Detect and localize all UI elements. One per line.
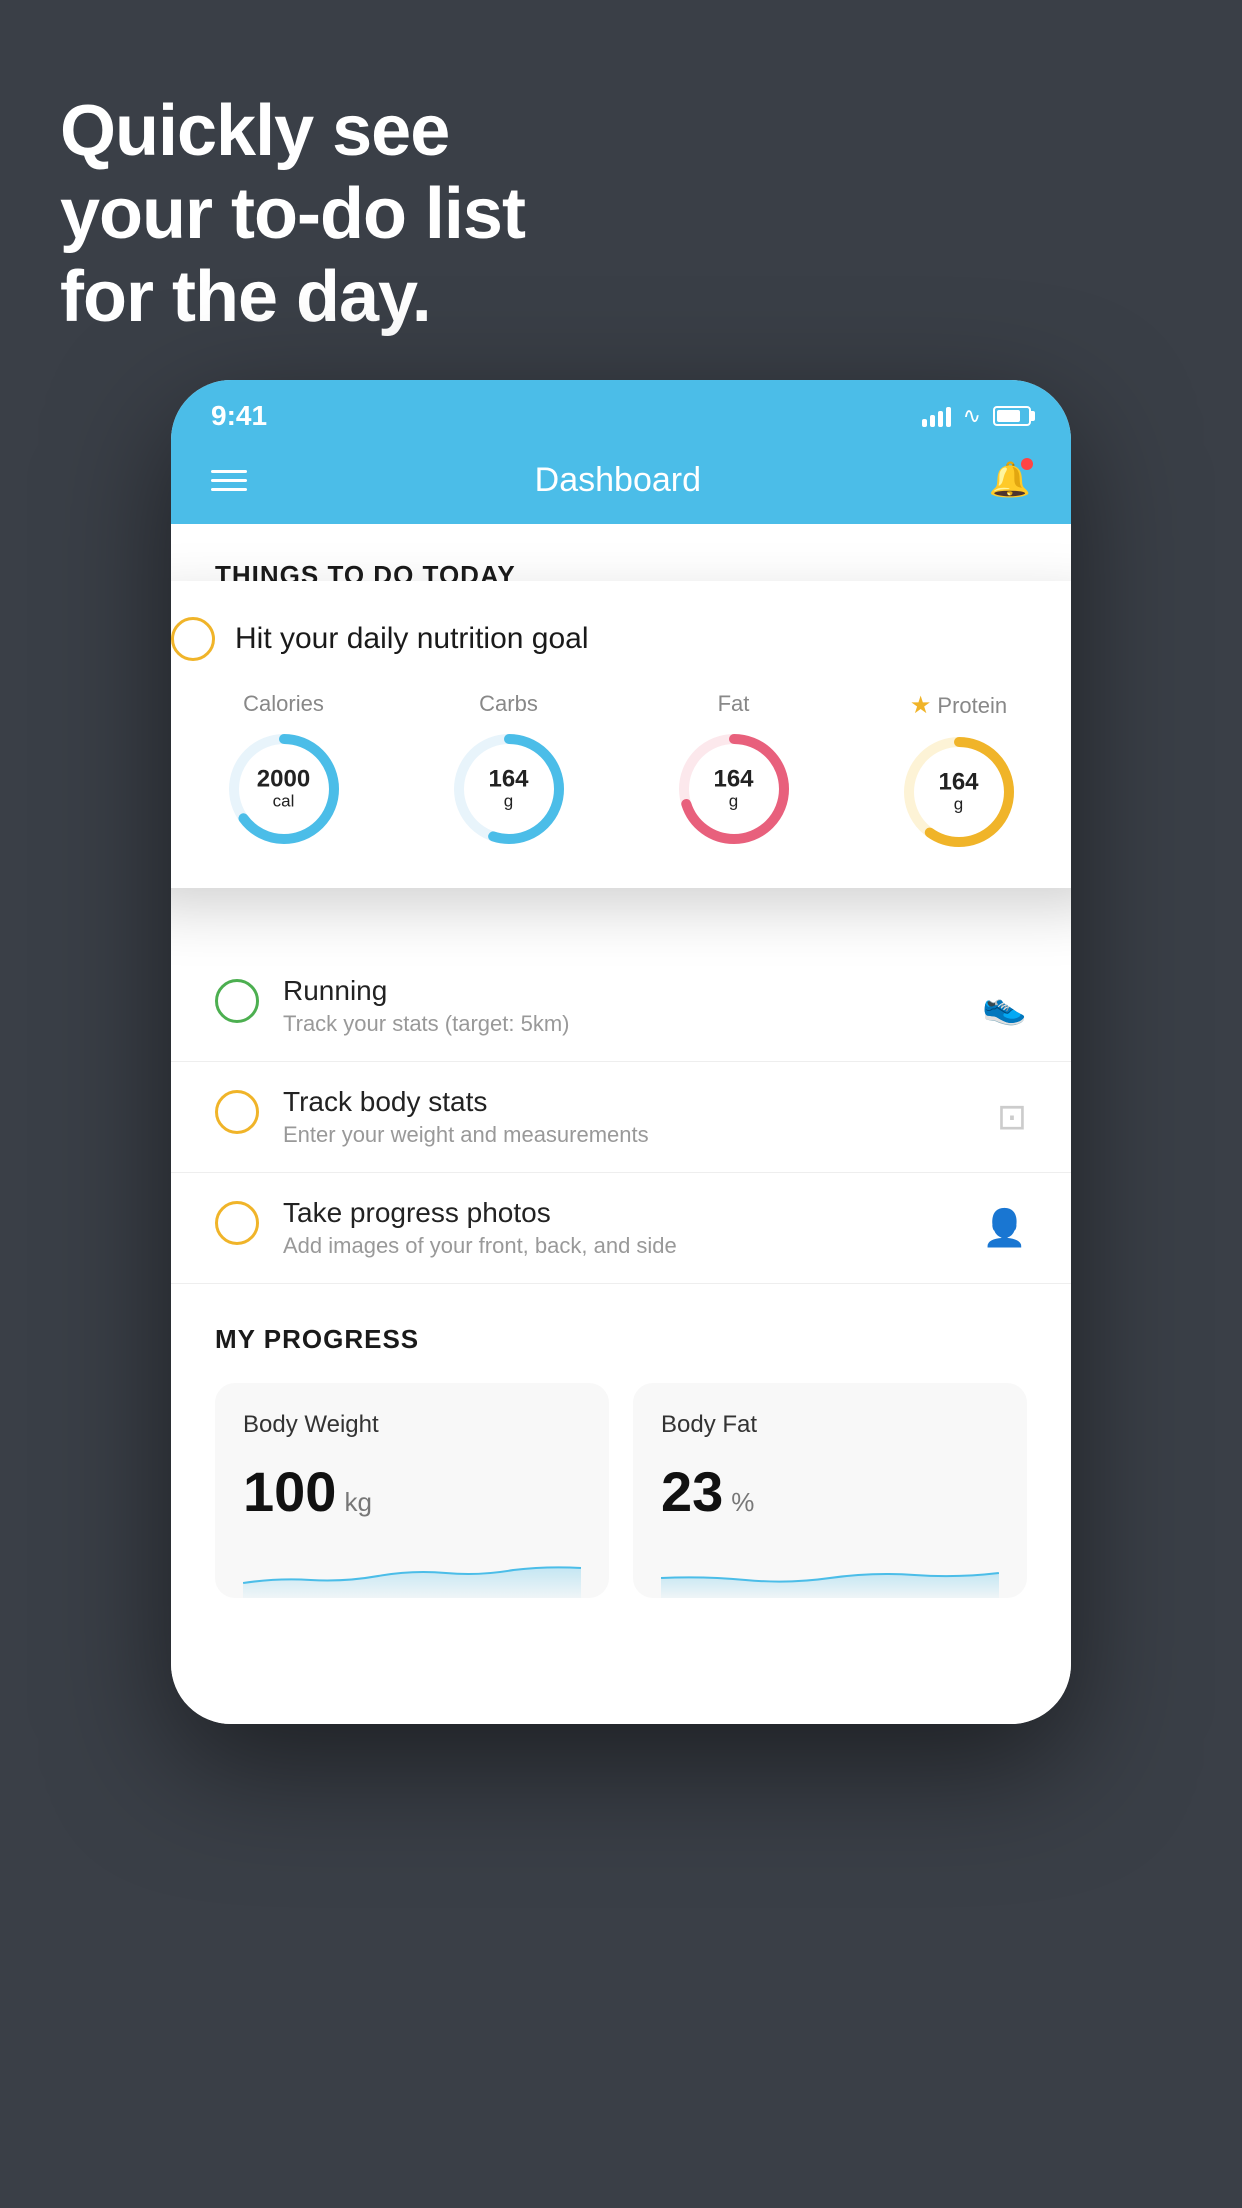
body-weight-value-row: 100 kg	[243, 1459, 581, 1524]
nutrition-card-title: Hit your daily nutrition goal	[235, 622, 589, 656]
fat-value: 164	[713, 766, 753, 792]
progress-photos-title: Take progress photos	[283, 1197, 958, 1229]
progress-section: MY PROGRESS Body Weight 100 kg	[171, 1284, 1071, 1638]
status-icons: ∿	[922, 403, 1031, 429]
fat-label: Fat	[718, 691, 750, 717]
running-text: Running Track your stats (target: 5km)	[283, 975, 958, 1037]
notification-dot	[1021, 458, 1033, 470]
nutrition-calories: Calories 2000 cal	[224, 691, 344, 849]
body-fat-card[interactable]: Body Fat 23 %	[633, 1383, 1027, 1598]
nutrition-checkbox[interactable]	[171, 617, 215, 661]
calories-unit: cal	[257, 793, 310, 812]
body-weight-unit: kg	[344, 1487, 371, 1518]
calories-value: 2000	[257, 766, 310, 792]
phone-wrapper: 9:41 ∿ Dashboard 🔔	[171, 380, 1071, 1724]
nutrition-fat: Fat 164 g	[674, 691, 794, 849]
todo-section: Hit your daily nutrition goal Calories	[171, 611, 1071, 1284]
body-fat-chart	[661, 1548, 999, 1598]
header-title: Dashboard	[535, 461, 701, 500]
battery-icon	[993, 406, 1031, 426]
nutrition-protein: ★ Protein 164 g	[899, 691, 1019, 852]
notification-button[interactable]: 🔔	[989, 460, 1031, 500]
protein-star-icon: ★	[910, 691, 932, 720]
nutrition-carbs: Carbs 164 g	[449, 691, 569, 849]
body-stats-text: Track body stats Enter your weight and m…	[283, 1086, 973, 1148]
protein-label-row: ★ Protein	[910, 691, 1007, 720]
body-fat-value: 23	[661, 1459, 723, 1524]
body-fat-value-row: 23 %	[661, 1459, 999, 1524]
body-stats-subtitle: Enter your weight and measurements	[283, 1122, 973, 1148]
calories-label: Calories	[243, 691, 324, 717]
carbs-label: Carbs	[479, 691, 538, 717]
progress-photos-subtitle: Add images of your front, back, and side	[283, 1233, 958, 1259]
protein-ring: 164 g	[899, 732, 1019, 852]
phone-frame: 9:41 ∿ Dashboard 🔔	[171, 380, 1071, 1724]
running-subtitle: Track your stats (target: 5km)	[283, 1011, 958, 1037]
calories-ring: 2000 cal	[224, 729, 344, 849]
app-header: Dashboard 🔔	[171, 444, 1071, 524]
status-bar: 9:41 ∿	[171, 380, 1071, 444]
protein-label: Protein	[937, 693, 1007, 719]
body-stats-checkbox[interactable]	[215, 1090, 259, 1134]
todo-running[interactable]: Running Track your stats (target: 5km) 👟	[171, 951, 1071, 1062]
running-title: Running	[283, 975, 958, 1007]
body-fat-title: Body Fat	[661, 1411, 999, 1439]
signal-icon	[922, 405, 951, 427]
fat-ring: 164 g	[674, 729, 794, 849]
todo-progress-photos[interactable]: Take progress photos Add images of your …	[171, 1173, 1071, 1284]
body-weight-title: Body Weight	[243, 1411, 581, 1439]
todo-body-stats[interactable]: Track body stats Enter your weight and m…	[171, 1062, 1071, 1173]
menu-button[interactable]	[211, 470, 247, 491]
body-weight-value: 100	[243, 1459, 336, 1524]
wifi-icon: ∿	[963, 403, 981, 429]
body-fat-unit: %	[731, 1487, 754, 1518]
hero-line2: your to-do list	[60, 174, 525, 254]
body-stats-title: Track body stats	[283, 1086, 973, 1118]
running-checkbox[interactable]	[215, 979, 259, 1023]
protein-unit: g	[938, 796, 978, 815]
protein-value: 164	[938, 769, 978, 795]
body-weight-chart	[243, 1548, 581, 1598]
carbs-unit: g	[488, 793, 528, 812]
nutrition-card-title-row: Hit your daily nutrition goal	[171, 617, 1071, 661]
running-icon: 👟	[982, 985, 1027, 1027]
progress-photos-checkbox[interactable]	[215, 1201, 259, 1245]
content-area: THINGS TO DO TODAY Hit your daily nutrit…	[171, 524, 1071, 1724]
hero-text: Quickly see your to-do list for the day.	[60, 90, 525, 338]
hero-line3: for the day.	[60, 257, 431, 337]
carbs-ring: 164 g	[449, 729, 569, 849]
progress-section-header: MY PROGRESS	[215, 1324, 1027, 1355]
body-weight-card[interactable]: Body Weight 100 kg	[215, 1383, 609, 1598]
hero-line1: Quickly see	[60, 91, 449, 171]
progress-cards: Body Weight 100 kg	[215, 1383, 1027, 1638]
progress-photos-icon: 👤	[982, 1207, 1027, 1249]
carbs-value: 164	[488, 766, 528, 792]
nutrition-row: Calories 2000 cal	[171, 691, 1071, 852]
progress-photos-text: Take progress photos Add images of your …	[283, 1197, 958, 1259]
nutrition-card: Hit your daily nutrition goal Calories	[171, 581, 1071, 888]
body-stats-icon: ⊡	[997, 1096, 1027, 1138]
status-time: 9:41	[211, 400, 267, 432]
fat-unit: g	[713, 793, 753, 812]
